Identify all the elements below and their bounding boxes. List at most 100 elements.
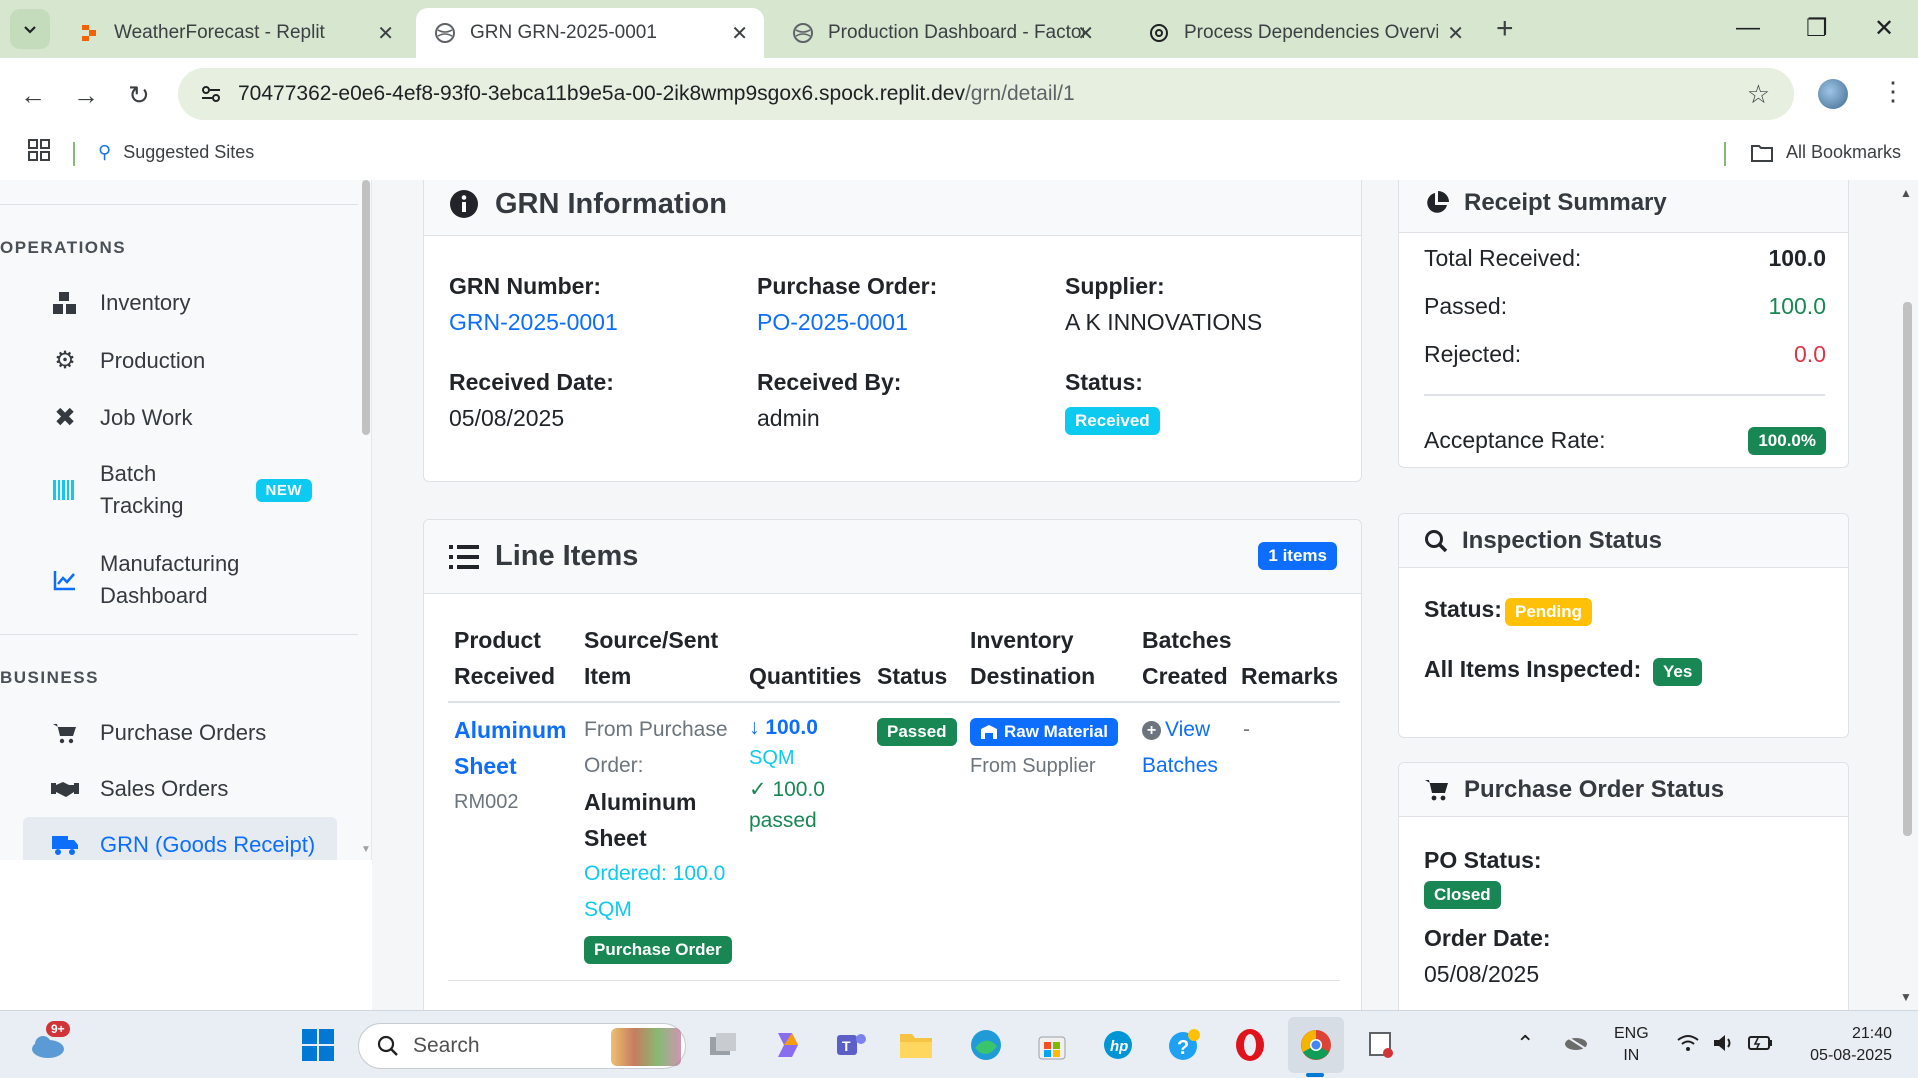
product-code: RM002 xyxy=(454,791,519,813)
all-bookmarks-label: All Bookmarks xyxy=(1786,142,1902,162)
status-label: Status: xyxy=(1065,369,1143,395)
close-window-icon[interactable]: ✕ xyxy=(1874,14,1894,43)
close-icon[interactable]: ✕ xyxy=(1447,21,1464,46)
product-link[interactable]: Aluminum Sheet xyxy=(454,712,566,784)
order-date-label: Order Date: xyxy=(1424,925,1551,951)
chrome-icon[interactable] xyxy=(1296,1025,1336,1065)
sidebar-scrollbar[interactable] xyxy=(362,180,370,435)
purchase-order-label: Purchase Order: xyxy=(757,273,938,299)
card-title: Purchase Order Status xyxy=(1464,775,1725,803)
purchase-order-link[interactable]: PO-2025-0001 xyxy=(757,309,908,336)
file-explorer-icon[interactable] xyxy=(896,1025,936,1065)
close-icon[interactable]: ✕ xyxy=(1077,21,1094,46)
battery-icon[interactable] xyxy=(1748,1035,1774,1056)
bookmarks-bar: ⚲ Suggested Sites All Bookmarks xyxy=(0,130,1918,180)
new-tab-button[interactable]: + xyxy=(1496,12,1514,46)
qty-unit: SQM xyxy=(749,747,795,769)
star-icon[interactable]: ☆ xyxy=(1747,79,1770,110)
list-icon xyxy=(449,544,479,570)
help-icon[interactable]: ? xyxy=(1164,1025,1204,1065)
source-text: From Purchase Order: xyxy=(584,712,728,784)
chevron-down-icon xyxy=(24,26,36,34)
card-title: Inspection Status xyxy=(1462,526,1663,554)
page-scrollbar-up[interactable]: ▲ xyxy=(1900,186,1912,200)
sidebar-footer-space xyxy=(0,860,372,1010)
grn-number-link[interactable]: GRN-2025-0001 xyxy=(449,309,618,336)
card-header: Purchase Order Status xyxy=(1399,763,1848,817)
task-view-icon[interactable] xyxy=(704,1025,744,1065)
address-bar[interactable]: 70477362-e0e6-4ef8-93f0-3ebca11b9e5a-00-… xyxy=(178,68,1794,120)
books-icon xyxy=(611,1028,681,1066)
site-info-icon[interactable] xyxy=(200,83,222,105)
col-header-inventory: Inventory Destination xyxy=(970,622,1095,694)
sidebar-item-job-work[interactable]: ✖ Job Work xyxy=(50,402,192,433)
openai-icon xyxy=(1148,22,1170,44)
snipping-tool-icon[interactable] xyxy=(1362,1025,1402,1065)
reload-icon[interactable]: ↻ xyxy=(128,80,150,111)
opera-icon[interactable] xyxy=(1230,1025,1270,1065)
sidebar-item-sales-orders[interactable]: Sales Orders xyxy=(50,776,228,802)
page-scrollbar[interactable] xyxy=(1903,302,1912,836)
language-indicator[interactable]: ENG IN xyxy=(1614,1023,1649,1067)
sidebar-item-production[interactable]: ⚙ Production xyxy=(50,346,205,375)
weather-icon[interactable]: 9+ xyxy=(28,1021,70,1065)
status-badge: Received xyxy=(1065,407,1160,435)
suggested-sites-link[interactable]: ⚲ Suggested Sites xyxy=(98,142,254,163)
total-received-value: 100.0 xyxy=(1768,245,1826,271)
teams-icon[interactable]: T xyxy=(832,1025,872,1065)
supplier-value: A K INNOVATIONS xyxy=(1065,309,1263,335)
menu-icon[interactable]: ⋮ xyxy=(1880,76,1906,107)
col-header-remarks: Remarks xyxy=(1241,663,1339,689)
onedrive-icon[interactable] xyxy=(1562,1033,1588,1056)
minimize-icon[interactable]: — xyxy=(1736,14,1760,42)
pie-chart-icon xyxy=(1424,190,1450,216)
svg-text:?: ? xyxy=(1177,1037,1189,1059)
show-hidden-icons[interactable]: ⌃ xyxy=(1516,1031,1534,1057)
copilot-icon[interactable] xyxy=(768,1025,808,1065)
apps-grid-icon[interactable] xyxy=(28,139,50,166)
close-icon[interactable]: ✕ xyxy=(377,21,394,46)
header-line: Inventory xyxy=(970,627,1074,653)
card-title: Line Items xyxy=(495,540,639,572)
close-icon[interactable]: ✕ xyxy=(731,21,748,46)
clock[interactable]: 21:40 05-08-2025 xyxy=(1796,1023,1892,1067)
scroll-down-arrow[interactable]: ▼ xyxy=(361,844,371,855)
sidebar-section-business: BUSINESS xyxy=(0,668,99,687)
edge-icon[interactable] xyxy=(966,1025,1006,1065)
sidebar-item-batch-tracking[interactable]: Batch Tracking NEW xyxy=(50,458,313,522)
hp-icon[interactable]: hp xyxy=(1098,1025,1138,1065)
sidebar-item-manufacturing-dashboard[interactable]: Manufacturing Dashboard xyxy=(50,548,239,612)
clock-time: 21:40 xyxy=(1851,1025,1892,1042)
volume-icon[interactable] xyxy=(1712,1033,1736,1058)
back-icon[interactable]: ← xyxy=(20,80,46,111)
wifi-icon[interactable] xyxy=(1676,1033,1700,1058)
sidebar-item-grn[interactable]: GRN (Goods Receipt) xyxy=(50,832,315,858)
new-badge: NEW xyxy=(255,478,313,502)
browser-tab-bar: WeatherForecast - Replit ✕ GRN GRN-2025-… xyxy=(0,0,1918,58)
tab-production-dashboard[interactable]: Production Dashboard - Factory ✕ xyxy=(774,8,1110,58)
label-line: Dashboard xyxy=(100,583,208,608)
tab-search-button[interactable] xyxy=(10,9,50,49)
taskbar-search-box[interactable]: Search xyxy=(358,1023,686,1069)
card-title: Receipt Summary xyxy=(1464,188,1667,216)
tab-weatherforecast[interactable]: WeatherForecast - Replit ✕ xyxy=(60,8,410,58)
tab-grn[interactable]: GRN GRN-2025-0001 ✕ xyxy=(416,8,764,58)
divider xyxy=(1724,142,1726,166)
view-batches-link[interactable]: + View Batches xyxy=(1142,712,1218,784)
page-scrollbar-down[interactable]: ▼ xyxy=(1900,990,1912,1004)
purchase-order-status-card: Purchase Order Status PO Status: Closed … xyxy=(1398,762,1849,1010)
sidebar-section-operations: OPERATIONS xyxy=(0,238,127,257)
sidebar-item-inventory[interactable]: Inventory xyxy=(50,290,191,316)
sidebar-item-purchase-orders[interactable]: Purchase Orders xyxy=(50,720,266,746)
avatar[interactable] xyxy=(1818,79,1848,109)
received-date-value: 05/08/2025 xyxy=(449,405,565,431)
info-circle-icon xyxy=(449,189,479,219)
tab-process-dependencies[interactable]: Process Dependencies Overview ✕ xyxy=(1130,8,1480,58)
restore-icon[interactable]: ❐ xyxy=(1806,14,1828,43)
sidebar: OPERATIONS Inventory ⚙ Production ✖ Job … xyxy=(0,180,372,867)
forward-icon[interactable]: → xyxy=(73,80,99,111)
store-icon[interactable] xyxy=(1032,1025,1072,1065)
all-bookmarks-link[interactable]: All Bookmarks xyxy=(1750,142,1901,163)
windows-start-icon[interactable] xyxy=(298,1025,338,1065)
inventory-from: From Supplier xyxy=(970,755,1096,777)
